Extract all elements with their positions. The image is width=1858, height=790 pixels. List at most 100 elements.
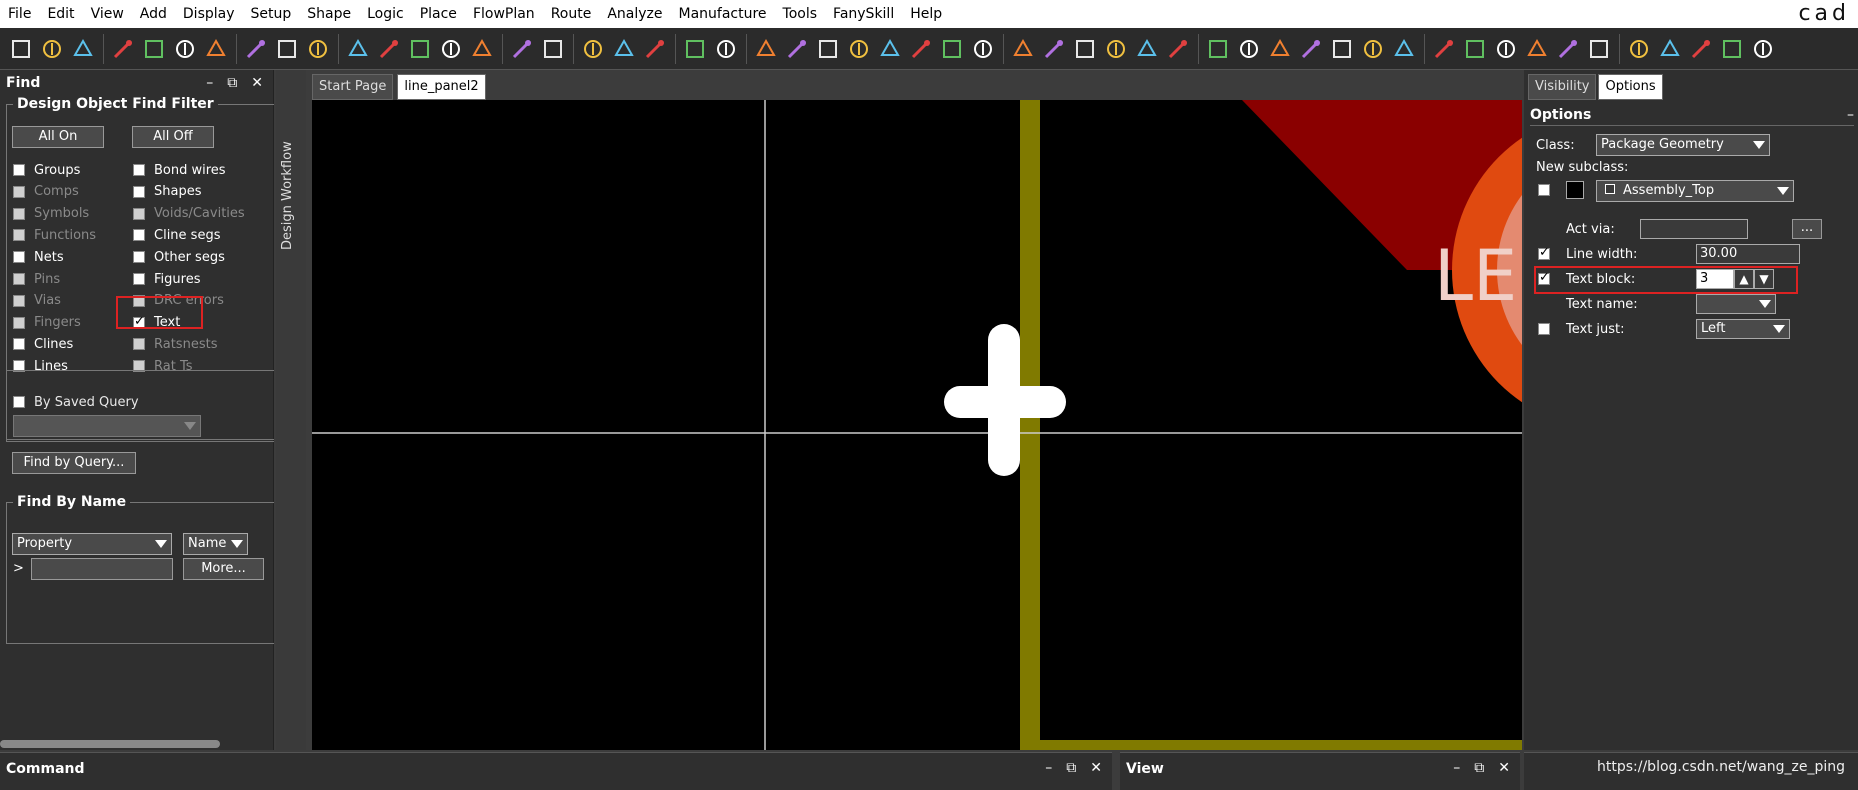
menu-route[interactable]: Route — [543, 0, 600, 28]
text-just-select[interactable]: Left — [1696, 319, 1790, 339]
zoom-out-icon[interactable] — [844, 34, 874, 64]
tab-options[interactable]: Options — [1598, 74, 1663, 100]
menu-view[interactable]: View — [83, 0, 132, 28]
new-file-icon[interactable] — [6, 34, 36, 64]
more-button[interactable]: More... — [183, 558, 264, 580]
float-icon[interactable]: ⧉ — [227, 70, 237, 96]
grid-icon[interactable] — [1008, 34, 1038, 64]
act-via-browse-button[interactable]: ... — [1792, 219, 1822, 239]
line-width-checkbox[interactable] — [1538, 245, 1550, 260]
checkbox-box[interactable] — [13, 229, 25, 242]
delay-tune-icon[interactable] — [640, 34, 670, 64]
minimize-icon[interactable]: – — [1453, 760, 1460, 776]
checkbox-box[interactable] — [13, 251, 25, 264]
filter-vias[interactable]: Vias — [13, 292, 61, 310]
zoom-world-icon[interactable] — [906, 34, 936, 64]
filter-voids-cavities[interactable]: Voids/Cavities — [133, 205, 245, 223]
design-workflow-tab[interactable]: Design Workflow — [276, 70, 306, 750]
property-select[interactable]: Property — [12, 533, 172, 555]
undo-dropdown-icon[interactable] — [241, 34, 271, 64]
gloss-icon[interactable] — [1584, 34, 1614, 64]
undo-icon[interactable] — [201, 34, 231, 64]
light-icon[interactable] — [1358, 34, 1388, 64]
3d-view-icon[interactable] — [968, 34, 998, 64]
menu-shape[interactable]: Shape — [299, 0, 359, 28]
design-canvas[interactable]: LE — [312, 100, 1522, 750]
filter-cline-segs[interactable]: Cline segs — [133, 226, 220, 244]
close-icon[interactable]: ✕ — [1090, 760, 1102, 776]
xray-icon[interactable] — [1686, 34, 1716, 64]
float-icon[interactable]: ⧉ — [1474, 760, 1484, 776]
all-on-button[interactable]: All On — [12, 126, 104, 148]
tab-line-panel2[interactable]: line_panel2 — [397, 74, 486, 100]
shape-circle-icon[interactable] — [1491, 34, 1521, 64]
menu-setup[interactable]: Setup — [243, 0, 300, 28]
name-select[interactable]: Name — [183, 533, 248, 555]
redraw-icon[interactable] — [937, 34, 967, 64]
filter-ratsnests[interactable]: Ratsnests — [133, 335, 217, 353]
filter-other-segs[interactable]: Other segs — [133, 248, 225, 266]
close-icon[interactable]: ✕ — [251, 70, 263, 96]
subclass-color-swatch[interactable] — [1566, 181, 1584, 199]
filter-symbols[interactable]: Symbols — [13, 205, 89, 223]
menu-place[interactable]: Place — [412, 0, 465, 28]
checkbox-box[interactable] — [13, 207, 25, 220]
filter-comps[interactable]: Comps — [13, 183, 79, 201]
float-icon[interactable]: ⧉ — [1066, 760, 1076, 776]
shape-rect-icon[interactable] — [1522, 34, 1552, 64]
zoom-window-icon[interactable] — [782, 34, 812, 64]
all-off-button[interactable]: All Off — [132, 126, 214, 148]
open-recent-icon[interactable] — [68, 34, 98, 64]
checkbox-box[interactable] — [13, 294, 25, 307]
tab-start-page[interactable]: Start Page — [312, 74, 394, 100]
class-select[interactable]: Package Geometry — [1596, 134, 1770, 156]
zoom-in-icon[interactable] — [813, 34, 843, 64]
chevron-up-icon[interactable]: ▲ — [1734, 269, 1754, 289]
chevron-down-icon[interactable]: ▼ — [1754, 269, 1774, 289]
checkbox-box[interactable] — [13, 164, 25, 176]
print-icon[interactable] — [1717, 34, 1747, 64]
checkbox-box[interactable] — [13, 273, 25, 285]
act-via-input[interactable] — [1640, 219, 1748, 239]
unpin-icon[interactable] — [374, 34, 404, 64]
menu-flowplan[interactable]: FlowPlan — [465, 0, 543, 28]
menu-edit[interactable]: Edit — [39, 0, 82, 28]
menu-manufacture[interactable]: Manufacture — [671, 0, 775, 28]
filter-functions[interactable]: Functions — [13, 226, 96, 244]
zoom-previous-icon[interactable] — [875, 34, 905, 64]
color-icon[interactable] — [1039, 34, 1069, 64]
saved-query-select[interactable] — [13, 415, 201, 437]
shadow-icon[interactable] — [1070, 34, 1100, 64]
slide-icon[interactable] — [609, 34, 639, 64]
minimize-icon[interactable]: – — [206, 70, 213, 96]
checkbox-box[interactable] — [13, 185, 25, 198]
transfer-icon[interactable] — [1748, 34, 1778, 64]
copy-icon[interactable] — [139, 34, 169, 64]
tab-visibility[interactable]: Visibility — [1528, 74, 1597, 100]
find-by-query-button[interactable]: Find by Query... — [12, 452, 136, 474]
line-width-input[interactable]: 30.00 — [1696, 244, 1800, 264]
subclass-checkbox[interactable] — [1538, 184, 1550, 196]
filter-clines[interactable]: Clines — [13, 335, 73, 353]
drc-icon[interactable] — [680, 34, 710, 64]
padstack-icon[interactable] — [1624, 34, 1654, 64]
subclass-select[interactable]: Assembly_Top — [1596, 180, 1794, 202]
checkbox-box[interactable] — [133, 338, 145, 351]
filter-pins[interactable]: Pins — [13, 270, 60, 288]
text-block-checkbox[interactable] — [1538, 270, 1550, 285]
by-saved-query-checkbox[interactable]: By Saved Query — [13, 393, 139, 411]
text-name-select[interactable] — [1696, 294, 1776, 314]
redo-icon[interactable] — [272, 34, 302, 64]
shape-edit-icon[interactable] — [1460, 34, 1490, 64]
zoom-fit-icon[interactable] — [751, 34, 781, 64]
shape-merge-icon[interactable] — [1553, 34, 1583, 64]
checkbox-box[interactable] — [133, 229, 145, 242]
menu-logic[interactable]: Logic — [359, 0, 412, 28]
checkbox-box[interactable] — [133, 185, 145, 198]
checkbox-box[interactable] — [133, 164, 145, 176]
camera-icon[interactable] — [1655, 34, 1685, 64]
open-folder-icon[interactable] — [37, 34, 67, 64]
layers-icon[interactable] — [1101, 34, 1131, 64]
menu-fanyskill[interactable]: FanySkill — [825, 0, 902, 28]
checkbox-box[interactable] — [133, 207, 145, 220]
